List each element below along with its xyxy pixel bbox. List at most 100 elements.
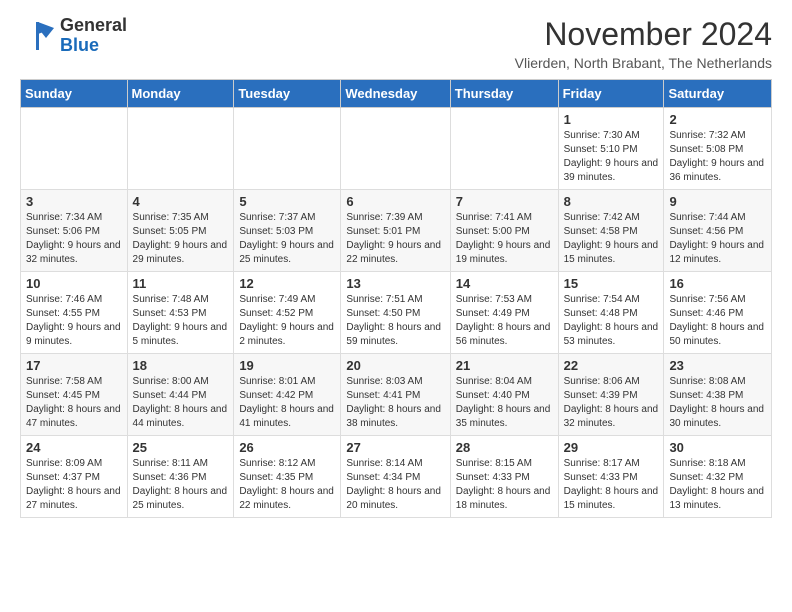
calendar-cell: 4 Sunrise: 7:35 AM Sunset: 5:05 PM Daylig…: [127, 190, 234, 272]
col-header-sunday: Sunday: [21, 80, 128, 108]
day-info: Sunrise: 7:41 AM Sunset: 5:00 PM Dayligh…: [456, 211, 553, 267]
calendar-week-3: 17Sunrise: 7:58 AM Sunset: 4:45 PM Dayli…: [21, 354, 772, 436]
day-info: Sunrise: 7:53 AM Sunset: 4:49 PM Dayligh…: [456, 293, 553, 349]
day-info: Sunrise: 8:12 AM Sunset: 4:35 PM Dayligh…: [239, 457, 335, 513]
day-number: 10: [26, 276, 122, 291]
calendar-cell: 14 Sunrise: 7:53 AM Sunset: 4:49 PM Dayli…: [450, 272, 558, 354]
calendar-cell: [127, 108, 234, 190]
calendar-cell: 12 Sunrise: 7:49 AM Sunset: 4:52 PM Dayli…: [234, 272, 341, 354]
calendar-cell: 16Sunrise: 7:56 AM Sunset: 4:46 PM Dayli…: [664, 272, 772, 354]
day-info: Sunrise: 8:17 AM Sunset: 4:33 PM Dayligh…: [564, 457, 659, 513]
day-info: Sunrise: 8:09 AM Sunset: 4:37 PM Dayligh…: [26, 457, 122, 513]
day-number: 25: [133, 440, 229, 455]
day-info: Sunrise: 8:14 AM Sunset: 4:34 PM Dayligh…: [346, 457, 444, 513]
calendar-week-0: 1 Sunrise: 7:30 AM Sunset: 5:10 PM Daylig…: [21, 108, 772, 190]
title-area: November 2024 Vlierden, North Brabant, T…: [515, 16, 772, 71]
calendar-cell: 23 Sunrise: 8:08 AM Sunset: 4:38 PM Dayli…: [664, 354, 772, 436]
calendar-cell: 19 Sunrise: 8:01 AM Sunset: 4:42 PM Dayli…: [234, 354, 341, 436]
day-number: 6: [346, 194, 444, 209]
day-number: 3: [26, 194, 122, 209]
day-number: 8: [564, 194, 659, 209]
day-info: Sunrise: 7:34 AM Sunset: 5:06 PM Dayligh…: [26, 211, 122, 267]
day-info: Sunrise: 8:15 AM Sunset: 4:33 PM Dayligh…: [456, 457, 553, 513]
logo: General Blue: [20, 16, 127, 56]
calendar-cell: 15 Sunrise: 7:54 AM Sunset: 4:48 PM Dayli…: [558, 272, 664, 354]
day-number: 27: [346, 440, 444, 455]
calendar-cell: 21 Sunrise: 8:04 AM Sunset: 4:40 PM Dayli…: [450, 354, 558, 436]
day-info: Sunrise: 7:35 AM Sunset: 5:05 PM Dayligh…: [133, 211, 229, 267]
calendar-cell: 26 Sunrise: 8:12 AM Sunset: 4:35 PM Dayli…: [234, 436, 341, 518]
day-info: Sunrise: 7:37 AM Sunset: 5:03 PM Dayligh…: [239, 211, 335, 267]
day-number: 29: [564, 440, 659, 455]
calendar-cell: [234, 108, 341, 190]
calendar-cell: 2 Sunrise: 7:32 AM Sunset: 5:08 PM Daylig…: [664, 108, 772, 190]
day-info: Sunrise: 8:03 AM Sunset: 4:41 PM Dayligh…: [346, 375, 444, 431]
day-info: Sunrise: 7:32 AM Sunset: 5:08 PM Dayligh…: [669, 129, 766, 185]
day-number: 21: [456, 358, 553, 373]
day-info: Sunrise: 7:42 AM Sunset: 4:58 PM Dayligh…: [564, 211, 659, 267]
calendar-week-1: 3 Sunrise: 7:34 AM Sunset: 5:06 PM Daylig…: [21, 190, 772, 272]
day-info: Sunrise: 7:39 AM Sunset: 5:01 PM Dayligh…: [346, 211, 444, 267]
day-info: Sunrise: 8:11 AM Sunset: 4:36 PM Dayligh…: [133, 457, 229, 513]
calendar-cell: 11Sunrise: 7:48 AM Sunset: 4:53 PM Dayli…: [127, 272, 234, 354]
col-header-friday: Friday: [558, 80, 664, 108]
calendar-cell: 7Sunrise: 7:41 AM Sunset: 5:00 PM Daylig…: [450, 190, 558, 272]
day-info: Sunrise: 7:30 AM Sunset: 5:10 PM Dayligh…: [564, 129, 659, 185]
day-info: Sunrise: 8:00 AM Sunset: 4:44 PM Dayligh…: [133, 375, 229, 431]
logo-text: General Blue: [60, 16, 127, 56]
logo-icon: [20, 18, 56, 54]
day-info: Sunrise: 8:04 AM Sunset: 4:40 PM Dayligh…: [456, 375, 553, 431]
day-number: 20: [346, 358, 444, 373]
day-number: 26: [239, 440, 335, 455]
calendar-cell: 22Sunrise: 8:06 AM Sunset: 4:39 PM Dayli…: [558, 354, 664, 436]
day-info: Sunrise: 7:56 AM Sunset: 4:46 PM Dayligh…: [669, 293, 766, 349]
day-info: Sunrise: 7:49 AM Sunset: 4:52 PM Dayligh…: [239, 293, 335, 349]
calendar-cell: 29 Sunrise: 8:17 AM Sunset: 4:33 PM Dayli…: [558, 436, 664, 518]
day-number: 12: [239, 276, 335, 291]
day-number: 14: [456, 276, 553, 291]
day-number: 24: [26, 440, 122, 455]
calendar-cell: 9Sunrise: 7:44 AM Sunset: 4:56 PM Daylig…: [664, 190, 772, 272]
day-number: 11: [133, 276, 229, 291]
col-header-wednesday: Wednesday: [341, 80, 450, 108]
day-number: 28: [456, 440, 553, 455]
calendar-cell: 10 Sunrise: 7:46 AM Sunset: 4:55 PM Dayli…: [21, 272, 128, 354]
day-info: Sunrise: 7:54 AM Sunset: 4:48 PM Dayligh…: [564, 293, 659, 349]
calendar-cell: [21, 108, 128, 190]
calendar-cell: 5Sunrise: 7:37 AM Sunset: 5:03 PM Daylig…: [234, 190, 341, 272]
day-info: Sunrise: 8:06 AM Sunset: 4:39 PM Dayligh…: [564, 375, 659, 431]
calendar-cell: 13Sunrise: 7:51 AM Sunset: 4:50 PM Dayli…: [341, 272, 450, 354]
calendar-table: SundayMondayTuesdayWednesdayThursdayFrid…: [20, 79, 772, 518]
day-info: Sunrise: 8:08 AM Sunset: 4:38 PM Dayligh…: [669, 375, 766, 431]
calendar-cell: 20 Sunrise: 8:03 AM Sunset: 4:41 PM Dayli…: [341, 354, 450, 436]
day-number: 15: [564, 276, 659, 291]
day-number: 1: [564, 112, 659, 127]
day-info: Sunrise: 8:18 AM Sunset: 4:32 PM Dayligh…: [669, 457, 766, 513]
day-number: 19: [239, 358, 335, 373]
calendar-cell: [450, 108, 558, 190]
day-number: 13: [346, 276, 444, 291]
col-header-saturday: Saturday: [664, 80, 772, 108]
col-header-monday: Monday: [127, 80, 234, 108]
header: General Blue November 2024 Vlierden, Nor…: [20, 16, 772, 71]
month-title: November 2024: [515, 16, 772, 53]
day-info: Sunrise: 7:44 AM Sunset: 4:56 PM Dayligh…: [669, 211, 766, 267]
calendar-header-row: SundayMondayTuesdayWednesdayThursdayFrid…: [21, 80, 772, 108]
calendar-cell: 8 Sunrise: 7:42 AM Sunset: 4:58 PM Daylig…: [558, 190, 664, 272]
day-number: 30: [669, 440, 766, 455]
calendar-week-2: 10 Sunrise: 7:46 AM Sunset: 4:55 PM Dayli…: [21, 272, 772, 354]
calendar-cell: 1 Sunrise: 7:30 AM Sunset: 5:10 PM Daylig…: [558, 108, 664, 190]
calendar-week-4: 24 Sunrise: 8:09 AM Sunset: 4:37 PM Dayli…: [21, 436, 772, 518]
calendar-cell: [341, 108, 450, 190]
logo-line2: Blue: [60, 36, 127, 56]
calendar-cell: 30 Sunrise: 8:18 AM Sunset: 4:32 PM Dayli…: [664, 436, 772, 518]
day-number: 2: [669, 112, 766, 127]
day-info: Sunrise: 7:58 AM Sunset: 4:45 PM Dayligh…: [26, 375, 122, 431]
location: Vlierden, North Brabant, The Netherlands: [515, 55, 772, 71]
day-number: 23: [669, 358, 766, 373]
calendar-cell: 24 Sunrise: 8:09 AM Sunset: 4:37 PM Dayli…: [21, 436, 128, 518]
day-info: Sunrise: 8:01 AM Sunset: 4:42 PM Dayligh…: [239, 375, 335, 431]
day-info: Sunrise: 7:46 AM Sunset: 4:55 PM Dayligh…: [26, 293, 122, 349]
calendar-cell: 27 Sunrise: 8:14 AM Sunset: 4:34 PM Dayli…: [341, 436, 450, 518]
day-number: 4: [133, 194, 229, 209]
